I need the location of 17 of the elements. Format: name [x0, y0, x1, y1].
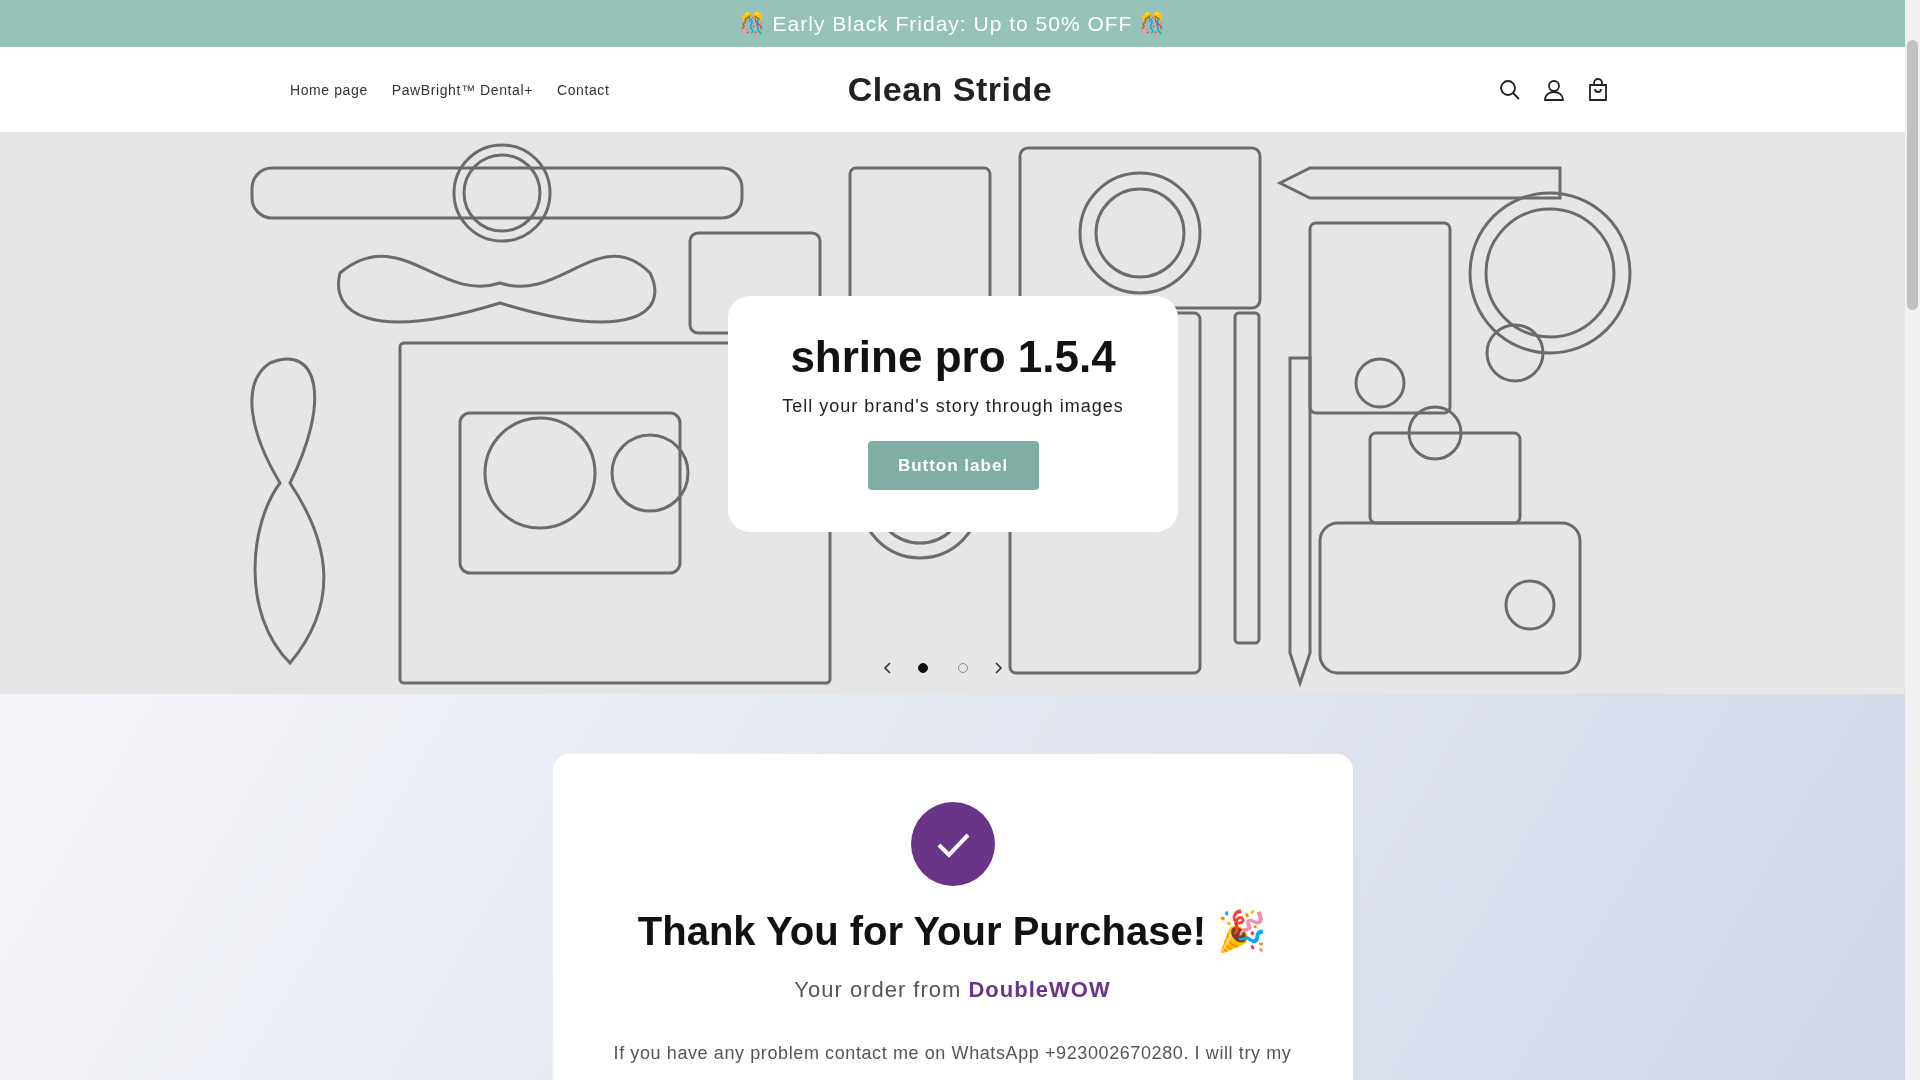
nav-link[interactable]: PawBright™ Dental+: [391, 77, 533, 102]
shopping-bag-icon[interactable]: [1586, 77, 1610, 102]
scrollbar-thumb[interactable]: [1907, 40, 1918, 310]
store-logo[interactable]: Clean Stride: [847, 70, 1053, 109]
nav-link[interactable]: Home page: [290, 77, 368, 102]
slide-dot[interactable]: [918, 663, 928, 673]
account-icon[interactable]: [1542, 77, 1566, 102]
hero-subtitle: Tell your brand's story through images: [782, 396, 1124, 417]
hero-title: shrine pro 1.5.4: [790, 332, 1116, 382]
announcement-text: 🎊 Early Black Friday: Up to 50% OFF 🎊: [738, 11, 1167, 36]
search-icon[interactable]: [1498, 77, 1522, 102]
nav-link[interactable]: Contact: [556, 77, 610, 102]
contact-message: If you have any problem contact me on WhatsApp +923002670280. I will try my: [613, 1043, 1292, 1064]
order-text: Your order from DoubleWOW: [794, 977, 1111, 1003]
scrollbar[interactable]: [1905, 0, 1920, 1080]
thank-you-heading: Thank You for Your Purchase! 🎉: [637, 908, 1268, 955]
check-icon: [910, 802, 995, 886]
